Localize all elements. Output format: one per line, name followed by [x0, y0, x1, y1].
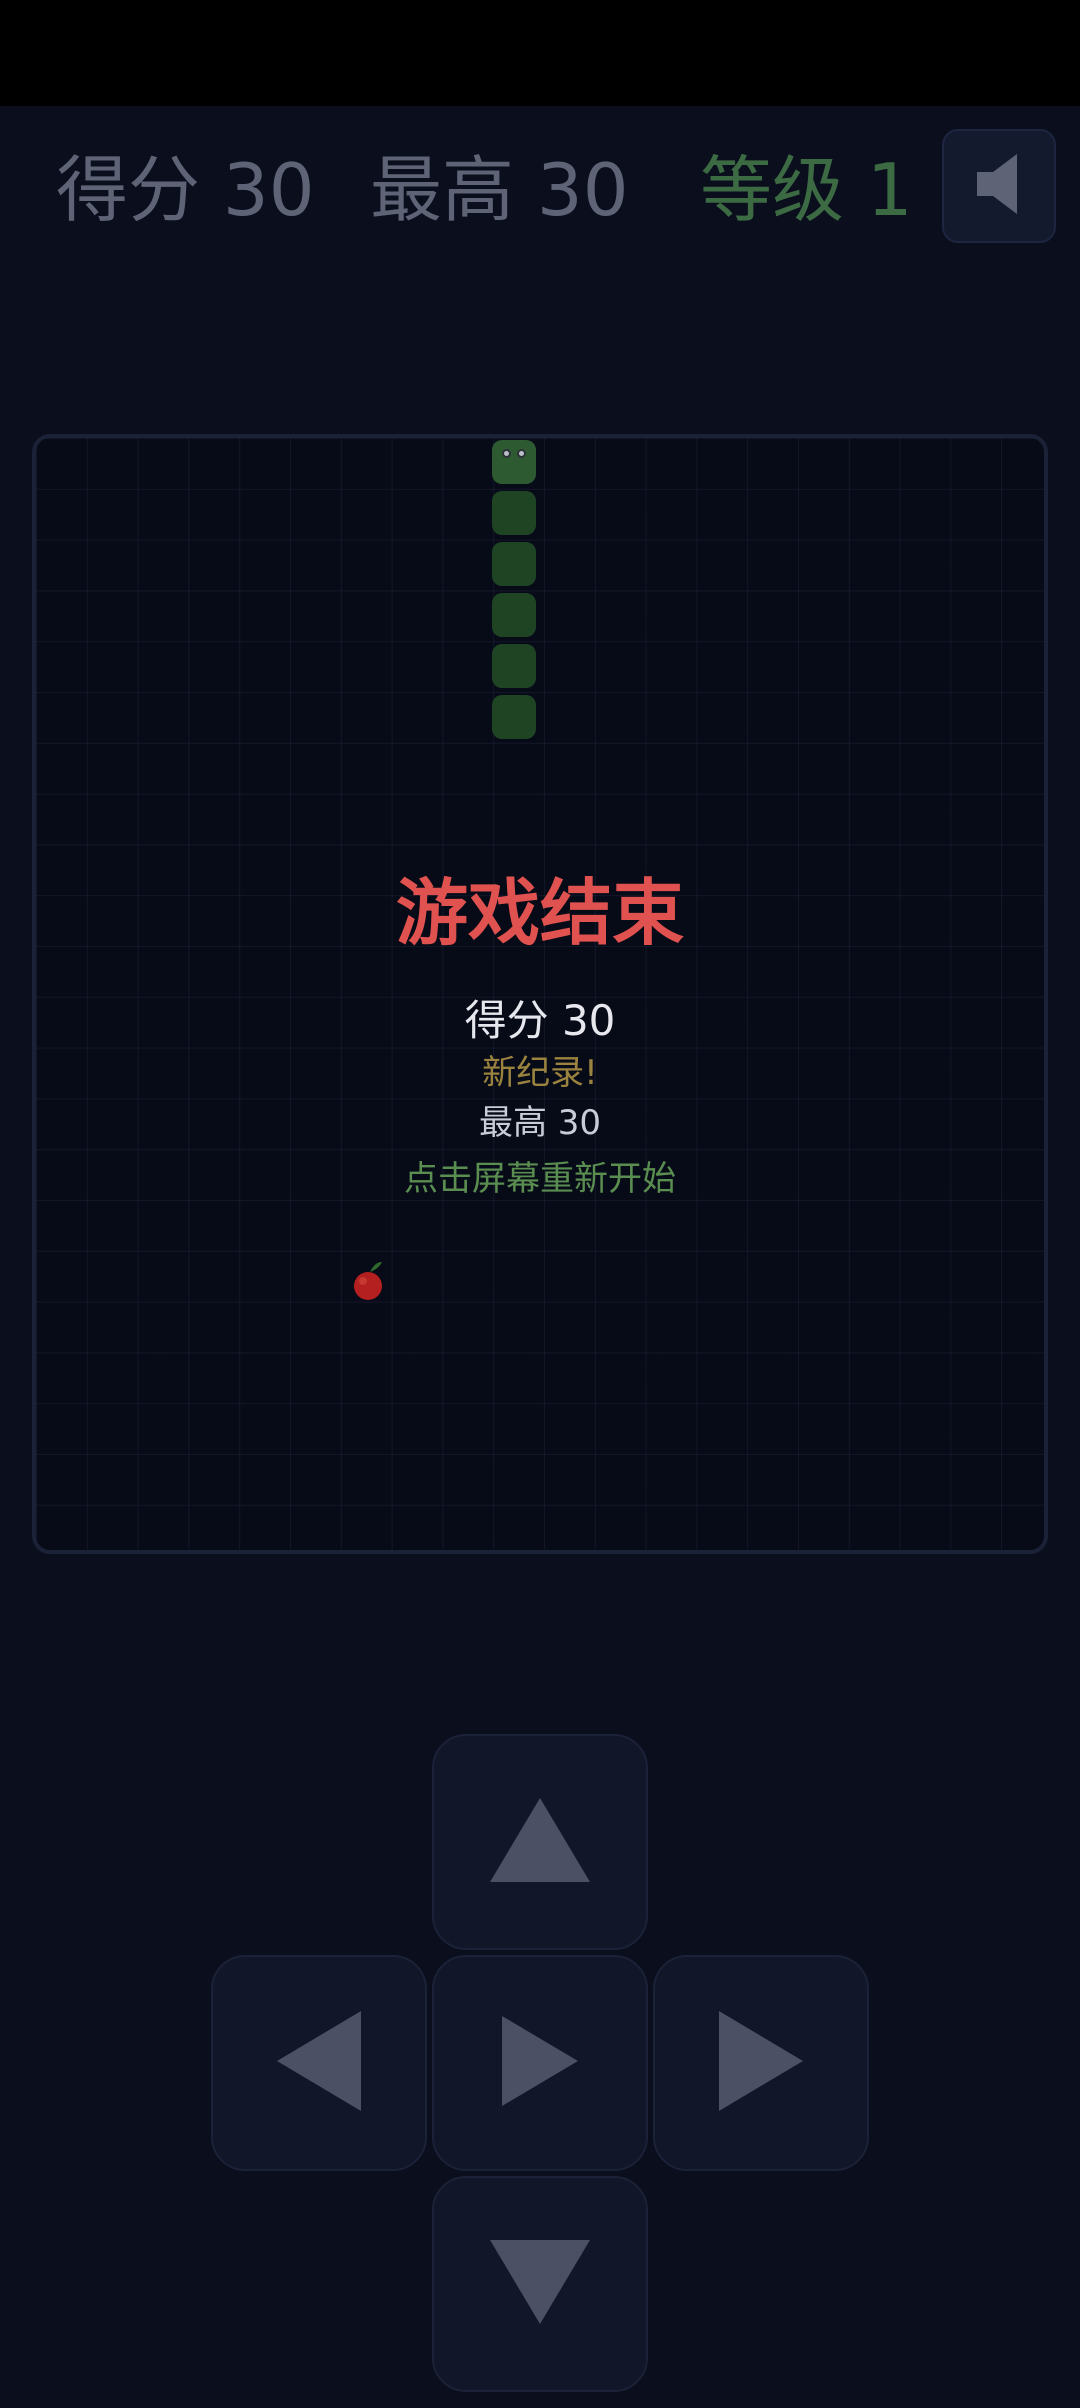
arrow-up-icon	[490, 1798, 590, 1886]
final-score: 得分 30	[464, 996, 616, 1045]
arrow-right-icon	[719, 2011, 803, 2115]
game-screen: 得分 30 最高 30 等级 1 游戏结束 得分 30 新纪录! 最高 30 点…	[0, 0, 1080, 2408]
game-over-title: 游戏结束	[395, 871, 684, 955]
best-score-display: 最高 30	[370, 148, 629, 232]
right-button[interactable]	[653, 1955, 869, 2171]
score-display: 得分 30	[56, 148, 315, 232]
left-button[interactable]	[211, 1955, 427, 2171]
play-icon	[502, 2016, 578, 2110]
snake-segment	[492, 491, 536, 535]
speaker-muted-icon	[977, 154, 1021, 218]
level-display: 等级 1	[700, 148, 913, 232]
snake-segment	[492, 593, 536, 637]
restart-hint[interactable]: 点击屏幕重新开始	[36, 1156, 1044, 1202]
game-board[interactable]: 游戏结束 得分 30 新纪录! 最高 30 点击屏幕重新开始	[32, 434, 1048, 1554]
down-button[interactable]	[432, 2176, 648, 2392]
snake-head	[492, 440, 536, 484]
snake-segment	[492, 644, 536, 688]
status-bar	[0, 0, 1080, 106]
snake-eye	[517, 449, 526, 458]
best-score: 最高 30	[478, 1103, 602, 1143]
new-record-badge: 新纪录!	[482, 1053, 598, 1093]
play-button[interactable]	[432, 1955, 648, 2171]
arrow-down-icon	[490, 2240, 590, 2328]
arrow-left-icon	[277, 2011, 361, 2115]
snake-segment	[492, 542, 536, 586]
snake-eye	[502, 449, 511, 458]
snake-segment	[492, 695, 536, 739]
sound-toggle-button[interactable]	[942, 129, 1056, 243]
up-button[interactable]	[432, 1734, 648, 1950]
apple-icon	[350, 1258, 390, 1302]
